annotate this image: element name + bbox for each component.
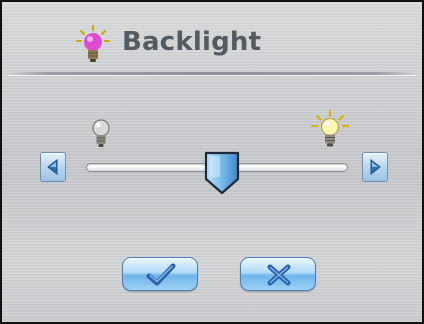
- checkmark-icon: [146, 263, 176, 286]
- arrow-right-icon: [370, 158, 381, 176]
- decrease-button[interactable]: [40, 152, 66, 182]
- brightness-slider-thumb[interactable]: [203, 151, 241, 195]
- dialog-title: Backlight: [122, 27, 262, 57]
- dim-bulb-icon: [92, 119, 110, 147]
- header-divider: [8, 72, 416, 75]
- backlight-dialog: Backlight: [0, 0, 424, 324]
- increase-button[interactable]: [362, 152, 388, 182]
- bright-bulb-icon: [311, 110, 349, 147]
- cancel-button[interactable]: [240, 257, 316, 291]
- ok-button[interactable]: [122, 257, 198, 291]
- cross-icon: [267, 264, 291, 286]
- arrow-left-icon: [47, 158, 58, 176]
- lightbulb-icon: [76, 25, 110, 62]
